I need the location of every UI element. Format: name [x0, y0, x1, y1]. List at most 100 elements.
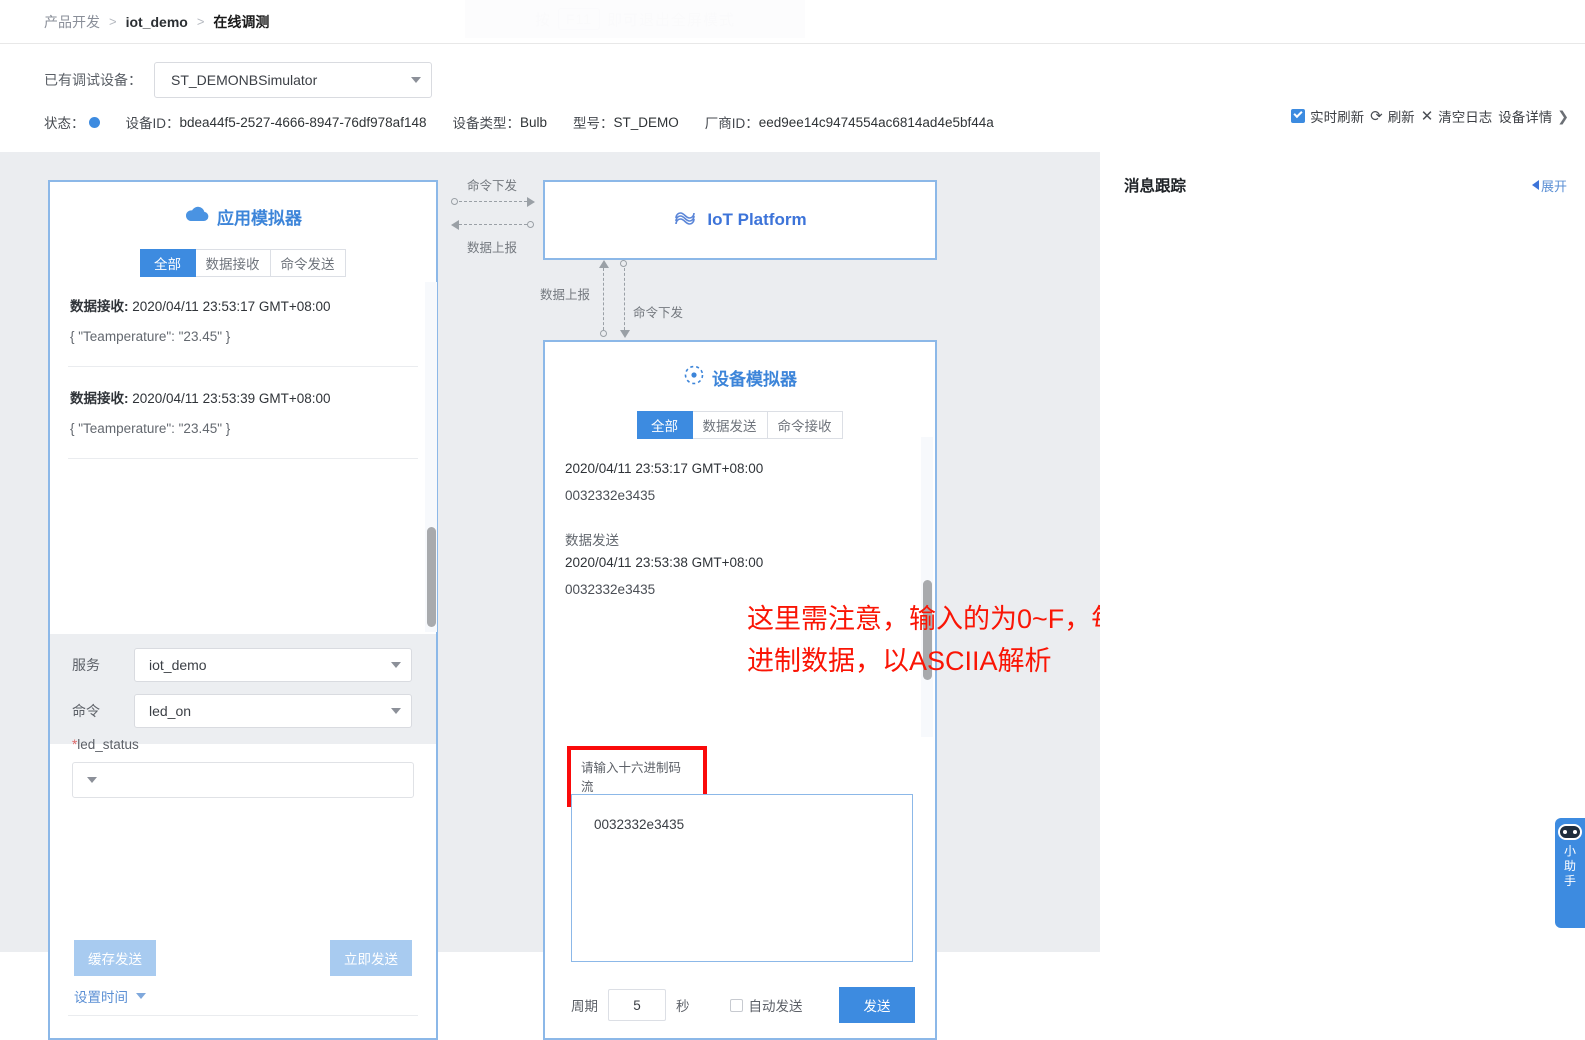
- connector-label-command-dispatch-device: 命令下发: [633, 306, 684, 320]
- log-entry-body: 0032332e3435: [565, 488, 656, 503]
- log-entry-body: 0032332e3435: [565, 582, 656, 597]
- app-simulator-title-text: 应用模拟器: [217, 209, 302, 228]
- set-time-label: 设置时间: [74, 990, 128, 1005]
- scrollbar-thumb[interactable]: [923, 580, 932, 680]
- debug-workspace: 应用模拟器 全部 数据接收 命令发送 数据接收: 2020/04/11 23:5…: [0, 152, 1100, 1040]
- assistant-label-char: 助: [1563, 859, 1576, 873]
- connector-label-data-report-device: 数据上报: [540, 288, 591, 302]
- device-select-row: 已有调试设备： ST_DEMONBSimulator: [44, 62, 1585, 98]
- breadcrumb-separator-icon: >: [109, 14, 117, 29]
- iot-platform-title: IoT Platform: [673, 210, 807, 231]
- list-item: 数据接收: 2020/04/11 23:53:17 GMT+08:00 { "T…: [50, 295, 436, 344]
- param-name: led_status: [77, 737, 139, 752]
- period-input[interactable]: [608, 989, 666, 1021]
- device-target-icon: [683, 364, 705, 391]
- app-simulator-tabs: 全部 数据接收 命令发送: [50, 249, 436, 277]
- breadcrumb-item-iot-demo[interactable]: iot_demo: [126, 14, 188, 30]
- log-entry-time: 2020/04/11 23:53:39 GMT+08:00: [128, 391, 331, 406]
- assistant-label-char: 手: [1563, 874, 1576, 888]
- app-simulator-title: 应用模拟器: [50, 182, 436, 229]
- device-simulator-log-list[interactable]: 2020/04/11 23:53:17 GMT+08:00 0032332e34…: [545, 461, 935, 597]
- set-time-toggle[interactable]: 设置时间: [74, 986, 146, 1006]
- breadcrumb-separator-icon: >: [196, 14, 205, 29]
- check-icon: [1291, 109, 1306, 123]
- robot-icon: [1558, 824, 1582, 840]
- breadcrumb-bar: 产品开发 > iot_demo > 在线调测 按 F11 即可退出全屏模式: [0, 0, 1585, 44]
- tab-all[interactable]: 全部: [139, 249, 196, 277]
- hex-stream-input[interactable]: [571, 794, 913, 962]
- tab-data-send[interactable]: 数据发送: [691, 411, 768, 439]
- manufacturer-id-label: 厂商ID：: [704, 116, 759, 131]
- device-detail-button[interactable]: 设备详情 ❯: [1498, 106, 1569, 126]
- service-value: iot_demo: [149, 657, 207, 673]
- fullscreen-hint-toast: 按 F11 即可退出全屏模式: [465, 0, 805, 38]
- connector-endpoint-dot: [600, 330, 607, 337]
- refresh-button[interactable]: ⟳ 刷新: [1370, 106, 1415, 126]
- message-trace-panel: 消息跟踪 展开: [1100, 152, 1585, 952]
- tab-command-receive[interactable]: 命令接收: [766, 411, 843, 439]
- connector-line: [603, 268, 604, 330]
- led-status-select[interactable]: [72, 762, 414, 798]
- send-button[interactable]: 发送: [839, 987, 915, 1023]
- log-entry-type: 数据接收:: [70, 299, 129, 314]
- device-id-label: 设备ID：: [125, 116, 180, 131]
- list-item: 数据发送 2020/04/11 23:53:38 GMT+08:00 00323…: [545, 529, 935, 597]
- iot-platform-title-text: IoT Platform: [707, 210, 807, 229]
- connector-line: [624, 268, 625, 330]
- cache-send-button[interactable]: 缓存发送: [74, 940, 156, 976]
- checkbox-icon: [729, 998, 743, 1012]
- auto-send-toggle[interactable]: 自动发送: [729, 995, 803, 1015]
- device-send-row: 周期 秒 自动发送 发送: [571, 987, 915, 1023]
- device-selection-strip: 已有调试设备： ST_DEMONBSimulator 状态： 设备ID： bde…: [0, 44, 1585, 144]
- scrollbar-thumb[interactable]: [427, 527, 436, 627]
- assistant-widget[interactable]: 小 助 手: [1555, 818, 1585, 928]
- device-simulator-title-text: 设备模拟器: [712, 370, 797, 389]
- device-simulator-title: 设备模拟器: [545, 342, 935, 391]
- connector-label-command-dispatch: 命令下发: [467, 179, 518, 193]
- command-select[interactable]: led_on: [134, 694, 412, 728]
- manufacturer-id-value: eed9ee14c9474554ac6814ad4e5bf44a: [758, 114, 994, 130]
- breadcrumb-item-current: 在线调测: [213, 13, 270, 30]
- fullscreen-hint-key: F11: [557, 8, 601, 30]
- arrow-right-icon: [527, 197, 535, 207]
- app-simulator-log-list[interactable]: 数据接收: 2020/04/11 23:53:17 GMT+08:00 { "T…: [50, 295, 436, 459]
- device-detail-label: 设备详情: [1498, 110, 1553, 125]
- device-select-label: 已有调试设备：: [44, 72, 142, 88]
- tab-data-receive[interactable]: 数据接收: [194, 249, 271, 277]
- clear-log-button[interactable]: ✕ 清空日志: [1421, 106, 1493, 126]
- param-label: *led_status: [72, 737, 436, 752]
- connector-endpoint-dot: [620, 260, 627, 267]
- status-badge: [88, 116, 100, 128]
- refresh-icon: ⟳: [1370, 108, 1383, 125]
- log-entry-head: 数据接收: 2020/04/11 23:53:39 GMT+08:00: [70, 387, 416, 407]
- assistant-label: 小 助 手: [1564, 844, 1576, 889]
- device-type-label: 设备类型：: [452, 116, 520, 131]
- breadcrumb-item-product[interactable]: 产品开发: [44, 12, 100, 32]
- tab-command-send[interactable]: 命令发送: [269, 249, 346, 277]
- auto-refresh-toggle[interactable]: 实时刷新: [1291, 106, 1364, 126]
- device-type: 设备类型： Bulb: [452, 112, 547, 132]
- divider: [68, 1015, 418, 1016]
- debug-device-value: ST_DEMONBSimulator: [171, 72, 318, 88]
- log-entry-head: 数据接收: 2020/04/11 23:53:17 GMT+08:00: [70, 295, 416, 315]
- expand-trace-button[interactable]: 展开: [1531, 176, 1567, 195]
- fullscreen-hint-prefix: 按: [534, 11, 551, 29]
- chevron-down-icon: [136, 993, 146, 999]
- service-field-row: 服务 iot_demo: [72, 648, 436, 682]
- iot-platform-panel: IoT Platform: [543, 180, 937, 260]
- chevron-down-icon: [391, 662, 401, 668]
- fullscreen-hint-suffix: 即可退出全屏模式: [607, 11, 736, 29]
- auto-refresh-label: 实时刷新: [1310, 110, 1365, 125]
- arrow-down-icon: [620, 330, 630, 338]
- command-value: led_on: [149, 703, 192, 719]
- chevron-right-icon: ❯: [1557, 107, 1569, 124]
- debug-device-select[interactable]: ST_DEMONBSimulator: [154, 62, 432, 98]
- page-title: 消息跟踪: [1124, 178, 1187, 195]
- connector-label-data-report: 数据上报: [467, 241, 518, 255]
- service-select[interactable]: iot_demo: [134, 648, 412, 682]
- tab-all[interactable]: 全部: [636, 411, 693, 439]
- command-form: 服务 iot_demo 命令 led_on: [50, 634, 436, 744]
- device-status: 状态：: [44, 112, 100, 132]
- send-now-button[interactable]: 立即发送: [330, 940, 412, 976]
- infinity-logo-icon: [673, 210, 699, 231]
